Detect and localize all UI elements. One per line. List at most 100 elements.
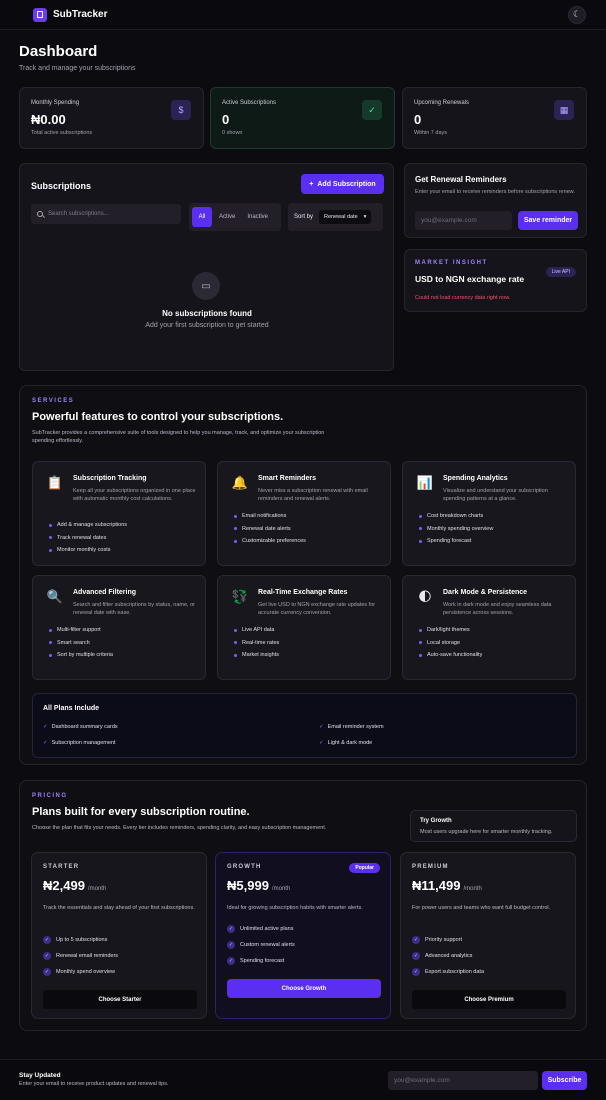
- plan-feature: ✓ Unlimited active plans: [227, 925, 294, 933]
- plan-name: GROWTH: [227, 864, 262, 870]
- stat-value: ₦0.00: [31, 112, 66, 127]
- plan-feature: ✓ Export subscription data: [412, 968, 485, 976]
- plan-card-growth: GROWTH Popular ₦5,999/month Ideal for gr…: [215, 852, 391, 1019]
- feature-item: Local storage: [419, 637, 482, 650]
- services-heading: Powerful features to control your subscr…: [32, 411, 284, 423]
- feature-item: Market insights: [234, 649, 279, 662]
- choose-growth-button[interactable]: Choose Growth: [227, 979, 381, 998]
- stat-value: 0: [222, 112, 230, 127]
- search-placeholder: Search subscriptions...: [48, 211, 109, 217]
- feature-title: Advanced Filtering: [73, 589, 137, 596]
- dollar-icon: $: [171, 100, 191, 120]
- sort-control: Sort by Renewal date ▾: [288, 203, 383, 231]
- stat-label: Monthly Spending: [31, 100, 80, 106]
- reminder-email-input[interactable]: you@example.com: [415, 211, 512, 230]
- plan-features: ✓ Unlimited active plans ✓ Custom renewal …: [227, 921, 295, 969]
- feature-item: Sort by multiple criteria: [49, 649, 113, 662]
- feature-title: Real-Time Exchange Rates: [258, 589, 348, 596]
- stat-sub: 0 shown: [222, 130, 243, 136]
- plan-name: PREMIUM: [412, 864, 449, 870]
- page-subtitle: Track and manage your subscriptions: [19, 65, 136, 72]
- check-icon: ✓: [43, 968, 51, 976]
- add-subscription-button[interactable]: + Add Subscription: [301, 174, 384, 194]
- check-icon: ✓: [43, 740, 48, 746]
- brand[interactable]: SubTracker: [33, 7, 108, 22]
- pricing-kicker: PRICING: [32, 793, 68, 799]
- check-icon: ✓: [227, 957, 235, 965]
- stat-card-upcoming-renewals: Upcoming Renewals 0 Within 7 days ▦: [402, 87, 587, 149]
- add-subscription-label: Add Subscription: [317, 180, 376, 188]
- feature-desc: Search and filter subscriptions by statu…: [73, 602, 195, 616]
- footer-title: Stay Updated: [19, 1072, 61, 1079]
- plan-card-premium: PREMIUM ₦11,499/month For power users an…: [400, 852, 576, 1019]
- plan-feature: ✓ Advanced analytics: [412, 952, 473, 960]
- reminders-desc: Enter your email to receive reminders be…: [415, 189, 575, 195]
- stat-value: 0: [414, 112, 422, 127]
- plan-price: ₦11,499/month: [412, 878, 482, 893]
- app-name: SubTracker: [53, 9, 108, 20]
- plus-icon: +: [309, 180, 314, 188]
- feature-card-subscription-tracking: 📋 Subscription Tracking Keep all your su…: [32, 461, 206, 566]
- feature-title: Subscription Tracking: [73, 475, 147, 482]
- try-growth-card: Try Growth Most users upgrade here for s…: [410, 810, 577, 842]
- plan-desc: Ideal for growing subscription habits wi…: [227, 905, 363, 911]
- filter-active[interactable]: Active: [214, 207, 240, 227]
- all-plans-include: All Plans Include ✓ Dashboard summary car…: [32, 693, 577, 758]
- chevron-down-icon: ▾: [363, 214, 367, 220]
- all-plans-item: ✓ Light & dark mode: [319, 740, 373, 746]
- feature-card-spending-analytics: 📊 Spending Analytics Visualize and under…: [402, 461, 576, 566]
- save-reminder-button[interactable]: Save reminder: [518, 211, 578, 230]
- feature-item: Spending forecast: [419, 535, 493, 548]
- feature-item: Auto-save functionality: [419, 649, 482, 662]
- feature-item: Multi-filter support: [49, 624, 113, 637]
- bar-chart-icon: 📊: [416, 475, 434, 490]
- check-icon: ✓: [412, 936, 420, 944]
- check-icon: ✓: [227, 925, 235, 933]
- try-growth-title: Try Growth: [420, 818, 452, 824]
- plan-feature: ✓ Renewal email reminders: [43, 952, 119, 960]
- theme-toggle-button[interactable]: ☾: [568, 5, 586, 24]
- subscribe-button[interactable]: Subscribe: [542, 1071, 587, 1090]
- services-section: SERVICES Powerful features to control yo…: [19, 385, 587, 765]
- market-kicker: MARKET INSIGHT: [415, 260, 488, 266]
- market-error: Could not load currency data right now.: [415, 295, 511, 301]
- filter-inactive[interactable]: Inactive: [242, 207, 273, 227]
- check-icon: ✓: [43, 952, 51, 960]
- check-icon: ✓: [319, 740, 324, 746]
- subscriptions-panel: Subscriptions + Add Subscription Search s…: [19, 163, 394, 371]
- feature-item: Smart search: [49, 637, 113, 650]
- feature-item: Real-time rates: [234, 637, 279, 650]
- check-icon: ✓: [43, 724, 48, 730]
- search-input[interactable]: Search subscriptions...: [31, 204, 181, 224]
- market-insight-card: MARKET INSIGHT USD to NGN exchange rate …: [404, 249, 587, 312]
- check-icon: ✓: [43, 936, 51, 944]
- plan-feature: ✓ Custom renewal alerts: [227, 941, 295, 949]
- bell-icon: 🔔: [231, 475, 249, 490]
- plan-price: ₦2,499/month: [43, 878, 107, 893]
- feature-card-advanced-filtering: 🔍 Advanced Filtering Search and filter s…: [32, 575, 206, 680]
- stat-sub: Within 7 days: [414, 130, 448, 136]
- feature-item: Monthly spending overview: [419, 523, 493, 536]
- choose-starter-button[interactable]: Choose Starter: [43, 990, 197, 1009]
- half-moon-icon: 🌓: [418, 589, 432, 604]
- check-icon: ✓: [412, 968, 420, 976]
- feature-item: Renewal date alerts: [234, 523, 306, 536]
- feature-item: Email notifications: [234, 510, 306, 523]
- pricing-heading: Plans built for every subscription routi…: [32, 806, 250, 818]
- choose-premium-button[interactable]: Choose Premium: [412, 990, 566, 1009]
- page-title: Dashboard: [19, 43, 98, 60]
- stat-label: Upcoming Renewals: [414, 100, 470, 106]
- sort-value: Renewal date: [324, 214, 358, 220]
- sort-select[interactable]: Renewal date ▾: [319, 210, 372, 224]
- feature-title: Spending Analytics: [443, 475, 508, 482]
- feature-item: Add & manage subscriptions: [49, 519, 127, 532]
- footer-desc: Enter your email to receive product upda…: [19, 1081, 169, 1087]
- check-icon: ✓: [227, 941, 235, 949]
- plan-price: ₦5,999/month: [227, 878, 291, 893]
- services-kicker: SERVICES: [32, 398, 75, 404]
- filter-all[interactable]: All: [192, 207, 212, 227]
- footer-email-input[interactable]: you@example.com: [388, 1071, 538, 1090]
- feature-list: Add & manage subscriptions Track renewal…: [49, 519, 127, 557]
- plan-card-starter: STARTER ₦2,499/month Track the essential…: [31, 852, 207, 1019]
- plan-feature: ✓ Monthly spend overview: [43, 968, 116, 976]
